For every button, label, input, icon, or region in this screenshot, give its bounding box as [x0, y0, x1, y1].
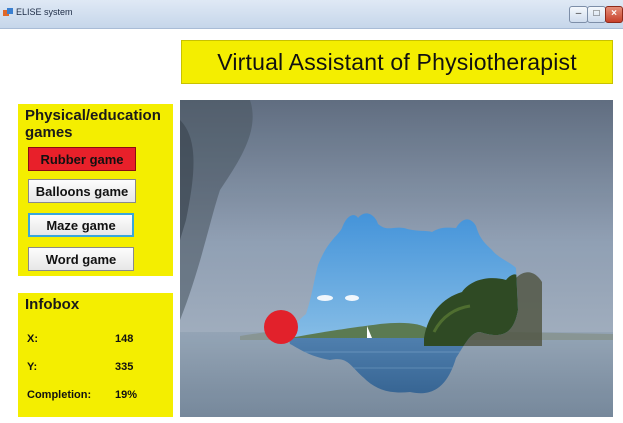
maze-game-button[interactable]: Maze game: [28, 213, 134, 237]
close-button[interactable]: ×: [605, 6, 623, 23]
completion-value: 19%: [115, 389, 138, 401]
infobox-panel: Infobox X: 148 Y: 335 Completion: 19%: [18, 293, 173, 417]
y-value: 335: [115, 361, 134, 373]
game-canvas[interactable]: [180, 100, 613, 417]
page-title: Virtual Assistant of Physiotherapist: [217, 48, 577, 75]
minimize-button[interactable]: –: [569, 6, 588, 23]
rubber-cursor-ball[interactable]: [264, 310, 298, 344]
games-panel-title: Physical/education games: [25, 107, 161, 141]
infobox-title: Infobox: [25, 296, 80, 313]
title-bar: ELISE system – □ ×: [0, 0, 623, 29]
app-icon: [3, 8, 13, 16]
window-title: ELISE system: [16, 7, 73, 17]
balloons-game-button[interactable]: Balloons game: [28, 179, 136, 203]
y-label: Y:: [27, 361, 38, 373]
completion-label: Completion:: [27, 389, 92, 401]
x-value: 148: [115, 333, 134, 345]
x-label: X:: [27, 333, 38, 345]
games-panel: Physical/education games Rubber game Bal…: [18, 104, 173, 276]
word-game-button[interactable]: Word game: [28, 247, 134, 271]
header-banner: Virtual Assistant of Physiotherapist: [181, 40, 613, 84]
rubber-game-button[interactable]: Rubber game: [28, 147, 136, 171]
maximize-button[interactable]: □: [587, 6, 606, 23]
game-scene: [180, 100, 613, 417]
